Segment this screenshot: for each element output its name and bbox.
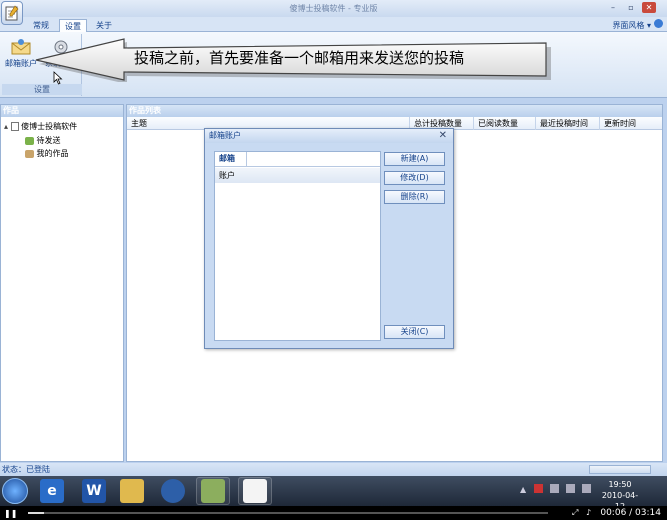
work-list-header: 作品列表	[127, 105, 662, 117]
app-icon	[201, 479, 225, 503]
help-icon[interactable]	[654, 19, 663, 28]
status-progress	[589, 465, 651, 474]
callout-text: 投稿之前，首先要准备一个邮箱用来发送您的投稿	[134, 49, 465, 67]
column-last-submit[interactable]: 最近投稿时间	[535, 117, 599, 130]
tree-item-root-label: 傻博士投稿软件	[21, 122, 78, 131]
document-icon	[10, 122, 19, 131]
dialog-title: 邮箱账户	[205, 129, 453, 143]
mail-icon	[11, 39, 31, 55]
dialog-close-icon[interactable]: ✕	[439, 130, 447, 141]
group-label: 设置	[2, 84, 82, 95]
word-icon[interactable]: W	[82, 479, 106, 503]
start-button[interactable]	[2, 478, 28, 504]
media-icon[interactable]	[161, 479, 185, 503]
tab-general[interactable]: 常规	[28, 19, 54, 32]
column-updated[interactable]: 更新时间	[599, 117, 662, 130]
tab-about[interactable]: 关于	[91, 19, 117, 32]
dialog-tab-mailbox[interactable]: 邮箱	[215, 152, 247, 166]
tree-item-root[interactable]: ▴ 傻博士投稿软件	[4, 121, 77, 133]
seek-track[interactable]	[28, 512, 548, 514]
works-panel-header: 作品	[1, 105, 123, 117]
new-account-button[interactable]: 新建(A)	[384, 152, 445, 166]
tray-volume-icon[interactable]	[582, 484, 591, 493]
notepad-icon	[5, 5, 19, 21]
ribbon-tabs: 常规 设置 关于 界面风格 ▾	[0, 17, 667, 32]
tray-expand-icon[interactable]: ▲	[520, 485, 526, 494]
edit-account-button[interactable]: 修改(D)	[384, 171, 445, 185]
close-button[interactable]: ✕	[642, 2, 656, 13]
tab-divider	[215, 166, 380, 167]
mail-account-dialog: 邮箱账户 ✕ 邮箱 账户 新建(A) 修改(D) 删除(R) 关闭(C)	[204, 128, 454, 349]
pending-icon	[25, 136, 34, 145]
video-player-bar: ❚❚ ⤢ ♪ 00:06 / 03:14	[0, 506, 667, 520]
tree-item-my-works[interactable]: 我的作品	[25, 148, 69, 160]
tray-network-icon[interactable]	[566, 484, 575, 493]
volume-icon[interactable]: ♪	[586, 508, 591, 517]
clock-time: 19:50	[608, 480, 632, 489]
works-panel: 作品 ▴ 傻博士投稿软件 待发送 我的作品	[0, 104, 124, 462]
notepad-taskbar-icon	[243, 479, 267, 503]
fullscreen-icon[interactable]: ⤢	[572, 508, 578, 518]
timecode: 00:06 / 03:14	[600, 508, 661, 518]
tree-item-my-works-label: 我的作品	[36, 149, 69, 158]
maximize-button[interactable]: ▫	[624, 2, 638, 13]
minimize-button[interactable]: –	[606, 2, 620, 13]
window-title: 傻博士投稿软件 - 专业版	[289, 4, 378, 13]
mouse-cursor-icon	[53, 71, 63, 85]
account-list[interactable]: 邮箱 账户	[214, 151, 381, 341]
folder-icon[interactable]	[120, 479, 144, 503]
tree-item-pending-label: 待发送	[36, 136, 61, 145]
close-dialog-button[interactable]: 关闭(C)	[384, 325, 445, 339]
tray-device-icon[interactable]	[550, 484, 559, 493]
tutorial-callout: 投稿之前，首先要准备一个邮箱用来发送您的投稿	[34, 38, 554, 82]
skin-style-menu[interactable]: 界面风格 ▾	[612, 20, 651, 31]
works-icon	[25, 149, 34, 158]
account-header-row[interactable]: 账户	[215, 168, 380, 183]
ie-icon[interactable]: e	[40, 479, 64, 503]
delete-account-button[interactable]: 删除(R)	[384, 190, 445, 204]
app-menu-button[interactable]	[1, 1, 23, 25]
tray-flag-icon[interactable]	[534, 484, 543, 493]
seek-fill	[28, 512, 44, 514]
column-read[interactable]: 已阅读数量	[473, 117, 535, 130]
title-bar: 傻博士投稿软件 - 专业版 – ▫ ✕	[0, 0, 667, 17]
status-bar: 状态：已登陆	[0, 463, 667, 476]
tree-item-pending[interactable]: 待发送	[25, 135, 61, 147]
tab-settings[interactable]: 设置	[59, 19, 87, 32]
pause-icon[interactable]: ❚❚	[4, 509, 17, 518]
taskbar: e W ▲	[0, 476, 667, 506]
